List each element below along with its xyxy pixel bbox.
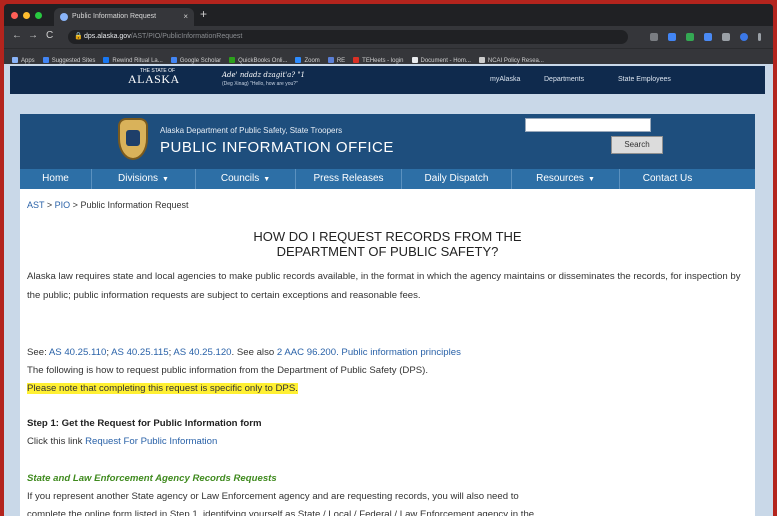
nav-divisions[interactable]: Divisions ▼ [92, 169, 196, 189]
agency-requests-title: State and Law Enforcement Agency Records… [27, 473, 277, 484]
breadcrumb-pio[interactable]: PIO [55, 200, 71, 210]
bookmark-item[interactable]: NCAI Policy Resea... [478, 53, 544, 64]
breadcrumb: AST > PIO > Public Information Request [27, 200, 189, 210]
star-icon[interactable] [650, 33, 658, 41]
breadcrumb-ast[interactable]: AST [27, 200, 44, 210]
browser-toolbar: ← → C 🔒 dps.alaska.gov/AST/PIO/PublicInf… [4, 26, 773, 48]
bookmark-icon [103, 57, 110, 63]
highlighted-note: Please note that completing this request… [27, 383, 298, 394]
departments-link[interactable]: Departments [544, 76, 584, 83]
extension-icon[interactable] [722, 33, 730, 41]
bookmark-icon [12, 57, 18, 63]
search-button[interactable]: Search [611, 136, 663, 154]
statute-link-as-40-25-115[interactable]: AS 40.25.115 [111, 347, 168, 358]
agency-requests-text: If you represent another State agency or… [27, 491, 519, 502]
page-title: HOW DO I REQUEST RECORDS FROM THE DEPART… [253, 229, 522, 259]
instructions-line: The following is how to request public i… [27, 365, 428, 376]
tab-title: Public Information Request [72, 13, 157, 20]
chevron-down-icon: ▼ [587, 176, 595, 183]
browser-tab[interactable]: Public Information Request × [54, 8, 194, 26]
bookmark-item[interactable]: Apps [12, 53, 35, 64]
reload-button[interactable]: C [46, 30, 53, 41]
main-navigation: Home Divisions ▼ Councils ▼ Press Releases Dai… [20, 169, 755, 189]
step-1-title: Step 1: Get the Request for Public Infor… [27, 418, 262, 429]
statutes-line: See: AS 40.25.110; AS 40.25.115; AS 40.2… [27, 347, 461, 358]
agency-requests-text-cont: complete the online form listed in Step … [27, 509, 543, 516]
forward-button[interactable]: → [28, 30, 38, 41]
minimize-window-icon[interactable] [23, 12, 30, 19]
site-header: Alaska Department of Public Safety, Stat… [20, 114, 755, 169]
principles-link[interactable]: Public information principles [341, 347, 460, 358]
bookmark-icon [170, 57, 177, 63]
state-bar: THE STATE OF ALASKA Ade' ndadz dzagit'a?… [10, 66, 765, 94]
bookmark-icon [411, 57, 418, 63]
regulation-link-2-aac-96-200[interactable]: 2 AAC 96.200. [277, 347, 339, 358]
profile-avatar[interactable] [740, 33, 748, 41]
bookmark-icon [327, 57, 334, 63]
extension-icon[interactable] [686, 33, 694, 41]
address-bar[interactable]: 🔒 dps.alaska.gov/AST/PIO/PublicInformati… [68, 30, 628, 44]
office-title: PUBLIC INFORMATION OFFICE [160, 139, 394, 156]
language-greeting: Ade' ndadz dzagit'a? "1 [222, 71, 306, 79]
trooper-badge-icon [118, 118, 148, 160]
bookmark-item[interactable]: Suggested Sites [42, 53, 95, 64]
nav-councils[interactable]: Councils ▼ [196, 169, 296, 189]
chevron-down-icon: ▼ [263, 176, 271, 183]
bookmark-icon [295, 57, 302, 63]
extension-icon[interactable] [668, 33, 676, 41]
nav-home[interactable]: Home [20, 169, 92, 189]
tab-bar: Public Information Request × + [4, 4, 773, 26]
bookmark-item[interactable]: Zoom [295, 53, 320, 64]
bookmarks-bar: Apps Suggested Sites Rewind Ritual La... Go… [4, 48, 773, 64]
lock-icon: 🔒 [74, 33, 83, 40]
bookmark-item[interactable]: Rewind Ritual La... [103, 53, 163, 64]
greeting-translation: (Deg Xinag) "Hello, how are you?" [222, 81, 298, 87]
bookmark-icon [229, 57, 236, 63]
intro-paragraph: Alaska law requires state and local agen… [27, 271, 741, 301]
chevron-down-icon: ▼ [162, 176, 169, 183]
web-page: THE STATE OF ALASKA Ade' ndadz dzagit'a?… [4, 64, 773, 516]
favicon-icon [60, 13, 68, 21]
dps-note: Please note that completing this request… [27, 379, 749, 398]
nav-press-releases[interactable]: Press Releases [296, 169, 402, 189]
bookmark-item[interactable]: QuickBooks Onli... [229, 53, 287, 64]
breadcrumb-current: Public Information Request [80, 200, 189, 210]
bookmark-icon [42, 57, 49, 63]
url-host: dps.alaska.gov [84, 33, 131, 40]
extension-icon[interactable] [704, 33, 712, 41]
menu-icon[interactable] [758, 33, 761, 41]
bookmark-icon [478, 57, 485, 63]
bookmark-item[interactable]: RE [327, 53, 345, 64]
close-window-icon[interactable] [11, 12, 18, 19]
browser-window: Public Information Request × + ← → C 🔒 d… [4, 4, 773, 516]
myalaska-link[interactable]: myAlaska [490, 76, 520, 83]
back-button[interactable]: ← [12, 30, 22, 41]
bookmark-icon [353, 57, 360, 63]
statute-link-as-40-25-120[interactable]: AS 40.25.120 [173, 347, 231, 358]
alaska-logo[interactable]: THE STATE OF ALASKA [128, 68, 180, 87]
maximize-window-icon[interactable] [35, 12, 42, 19]
nav-contact-us[interactable]: Contact Us [620, 169, 715, 189]
search-input[interactable] [525, 118, 651, 132]
url-path: /AST/PIO/PublicInformationRequest [130, 33, 243, 40]
bookmark-item[interactable]: TEHeets - login [353, 53, 404, 64]
bookmark-item[interactable]: Document - Hom... [411, 53, 471, 64]
close-tab-icon[interactable]: × [183, 8, 188, 26]
nav-daily-dispatch[interactable]: Daily Dispatch [402, 169, 512, 189]
new-tab-button[interactable]: + [200, 7, 207, 21]
agency-name: Alaska Department of Public Safety, Stat… [160, 126, 343, 135]
state-employees-link[interactable]: State Employees [618, 76, 671, 83]
statute-link-as-40-25-110[interactable]: AS 40.25.110 [49, 347, 106, 358]
step-1-text: Click this link Request For Public Infor… [27, 436, 218, 447]
bookmark-item[interactable]: Google Scholar [170, 53, 221, 64]
nav-resources[interactable]: Resources ▼ [512, 169, 620, 189]
request-form-link[interactable]: Request For Public Information [85, 436, 217, 447]
main-content: AST > PIO > Public Information Request H… [20, 189, 755, 516]
